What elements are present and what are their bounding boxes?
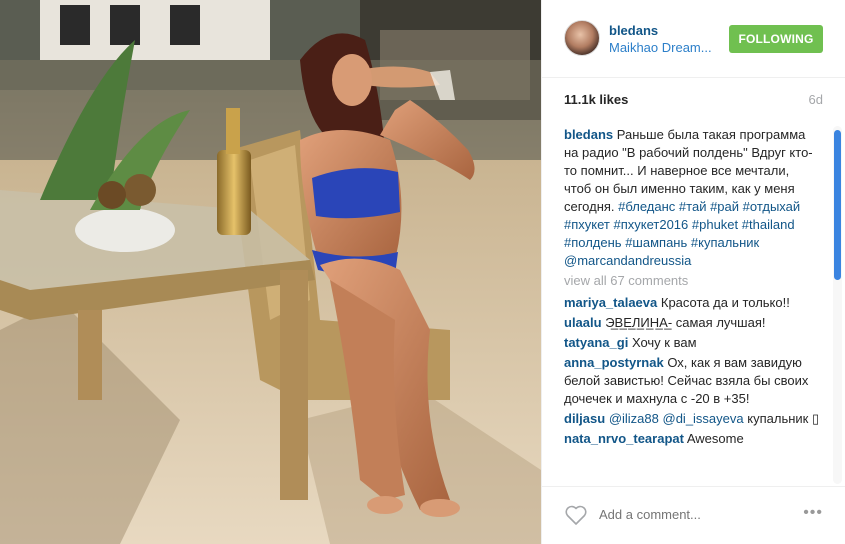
comment: nata_nrvo_tearapat Awesome [564,430,820,448]
add-comment-input[interactable] [599,507,779,522]
comments-list: bledans Раньше была такая программа на р… [564,126,820,484]
avatar[interactable] [564,20,600,56]
comment-username[interactable]: anna_postyrnak [564,355,664,370]
hashtag[interactable]: #бледанс [618,199,675,214]
comment: diljasu @iliza88 @di_issayeva купальник … [564,410,820,428]
comment-username[interactable]: ulaalu [564,315,602,330]
comment-username[interactable]: mariya_talaeva [564,295,657,310]
hashtag[interactable]: #thailand [742,217,795,232]
more-options-button[interactable]: ••• [803,504,823,522]
hashtag[interactable]: #рай [710,199,739,214]
comment-username[interactable]: nata_nrvo_tearapat [564,431,684,446]
scrollbar-thumb[interactable] [834,130,841,280]
comment-footer: ••• [542,486,845,544]
comment: tatyana_gi Хочу к вам [564,334,820,352]
hashtag[interactable]: #пхукет2016 [613,217,688,232]
location-link[interactable]: Maikhao Dream... [609,40,712,55]
comment-text: Красота да и только!! [660,295,790,310]
caption-username[interactable]: bledans [564,127,613,142]
hashtag[interactable]: #тай [679,199,707,214]
comment-username[interactable]: tatyana_gi [564,335,628,350]
comment-username[interactable]: diljasu [564,411,605,426]
view-all-comments-link[interactable]: view all 67 comments [564,272,820,290]
mention-link[interactable]: @di_issayeva [663,411,744,426]
following-button[interactable]: FOLLOWING [729,25,823,53]
hashtag[interactable]: #купальник [691,235,759,250]
comment-text: купальник ▯ [747,411,820,426]
hashtag[interactable]: #шампань [625,235,687,250]
comment: mariya_talaeva Красота да и только!! [564,294,820,312]
hashtag[interactable]: #phuket [692,217,738,232]
post-age[interactable]: 6d [809,92,823,107]
comment-text: Хочу к вам [631,335,697,350]
caption: bledans Раньше была такая программа на р… [564,126,820,270]
hashtag[interactable]: #полдень [564,235,622,250]
photo-illustration [0,0,541,544]
hashtag[interactable]: #отдыхай [743,199,800,214]
mention-link[interactable]: @iliza88 [609,411,659,426]
post-photo[interactable] [0,0,541,544]
comment: ulaalu Э̲В̲Е̲Л̲И̲Н̲А̲- самая лучшая! [564,314,820,332]
heart-icon[interactable] [564,504,588,526]
post-detail-panel: bledans Maikhao Dream... FOLLOWING 11.1k… [541,0,845,544]
comment-text: Awesome [686,431,744,446]
comments-scrollbar[interactable] [833,126,842,484]
hashtag[interactable]: #пхукет [564,217,610,232]
comment: anna_postyrnak Ох, как я вам завидую бел… [564,354,820,408]
mention-link[interactable]: @marcandandreussia [564,253,691,268]
username-link[interactable]: bledans [609,23,658,38]
likes-count[interactable]: 11.1k likes [564,92,628,107]
post-header: bledans Maikhao Dream... FOLLOWING [542,0,845,78]
comment-text: Э̲В̲Е̲Л̲И̲Н̲А̲- самая лучшая! [605,315,766,330]
